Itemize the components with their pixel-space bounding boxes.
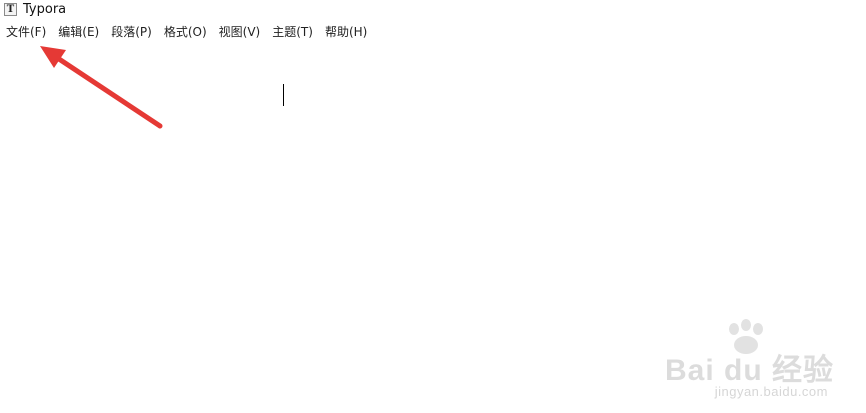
menu-edit[interactable]: 编辑(E) bbox=[52, 22, 105, 42]
watermark-brand: Bai du 经验 bbox=[664, 354, 834, 387]
typora-app-icon: T bbox=[4, 3, 17, 16]
title-bar: T Typora bbox=[0, 0, 866, 20]
menu-paragraph[interactable]: 段落(P) bbox=[105, 22, 158, 42]
window-title: Typora bbox=[23, 2, 67, 17]
menu-bar: 文件(F) 编辑(E) 段落(P) 格式(O) 视图(V) 主题(T) 帮助(H… bbox=[0, 22, 866, 42]
text-caret bbox=[283, 84, 284, 106]
menu-format[interactable]: 格式(O) bbox=[158, 22, 213, 42]
typora-window: T Typora 文件(F) 编辑(E) 段落(P) 格式(O) 视图(V) 主… bbox=[0, 0, 866, 413]
menu-help[interactable]: 帮助(H) bbox=[319, 22, 373, 42]
menu-view[interactable]: 视图(V) bbox=[213, 22, 267, 42]
menu-theme[interactable]: 主题(T) bbox=[266, 22, 319, 42]
baidu-jingyan-watermark: Bai du 经验 jingyan.baidu.com bbox=[654, 319, 834, 399]
menu-file[interactable]: 文件(F) bbox=[0, 22, 52, 42]
watermark-url: jingyan.baidu.com bbox=[714, 384, 828, 399]
